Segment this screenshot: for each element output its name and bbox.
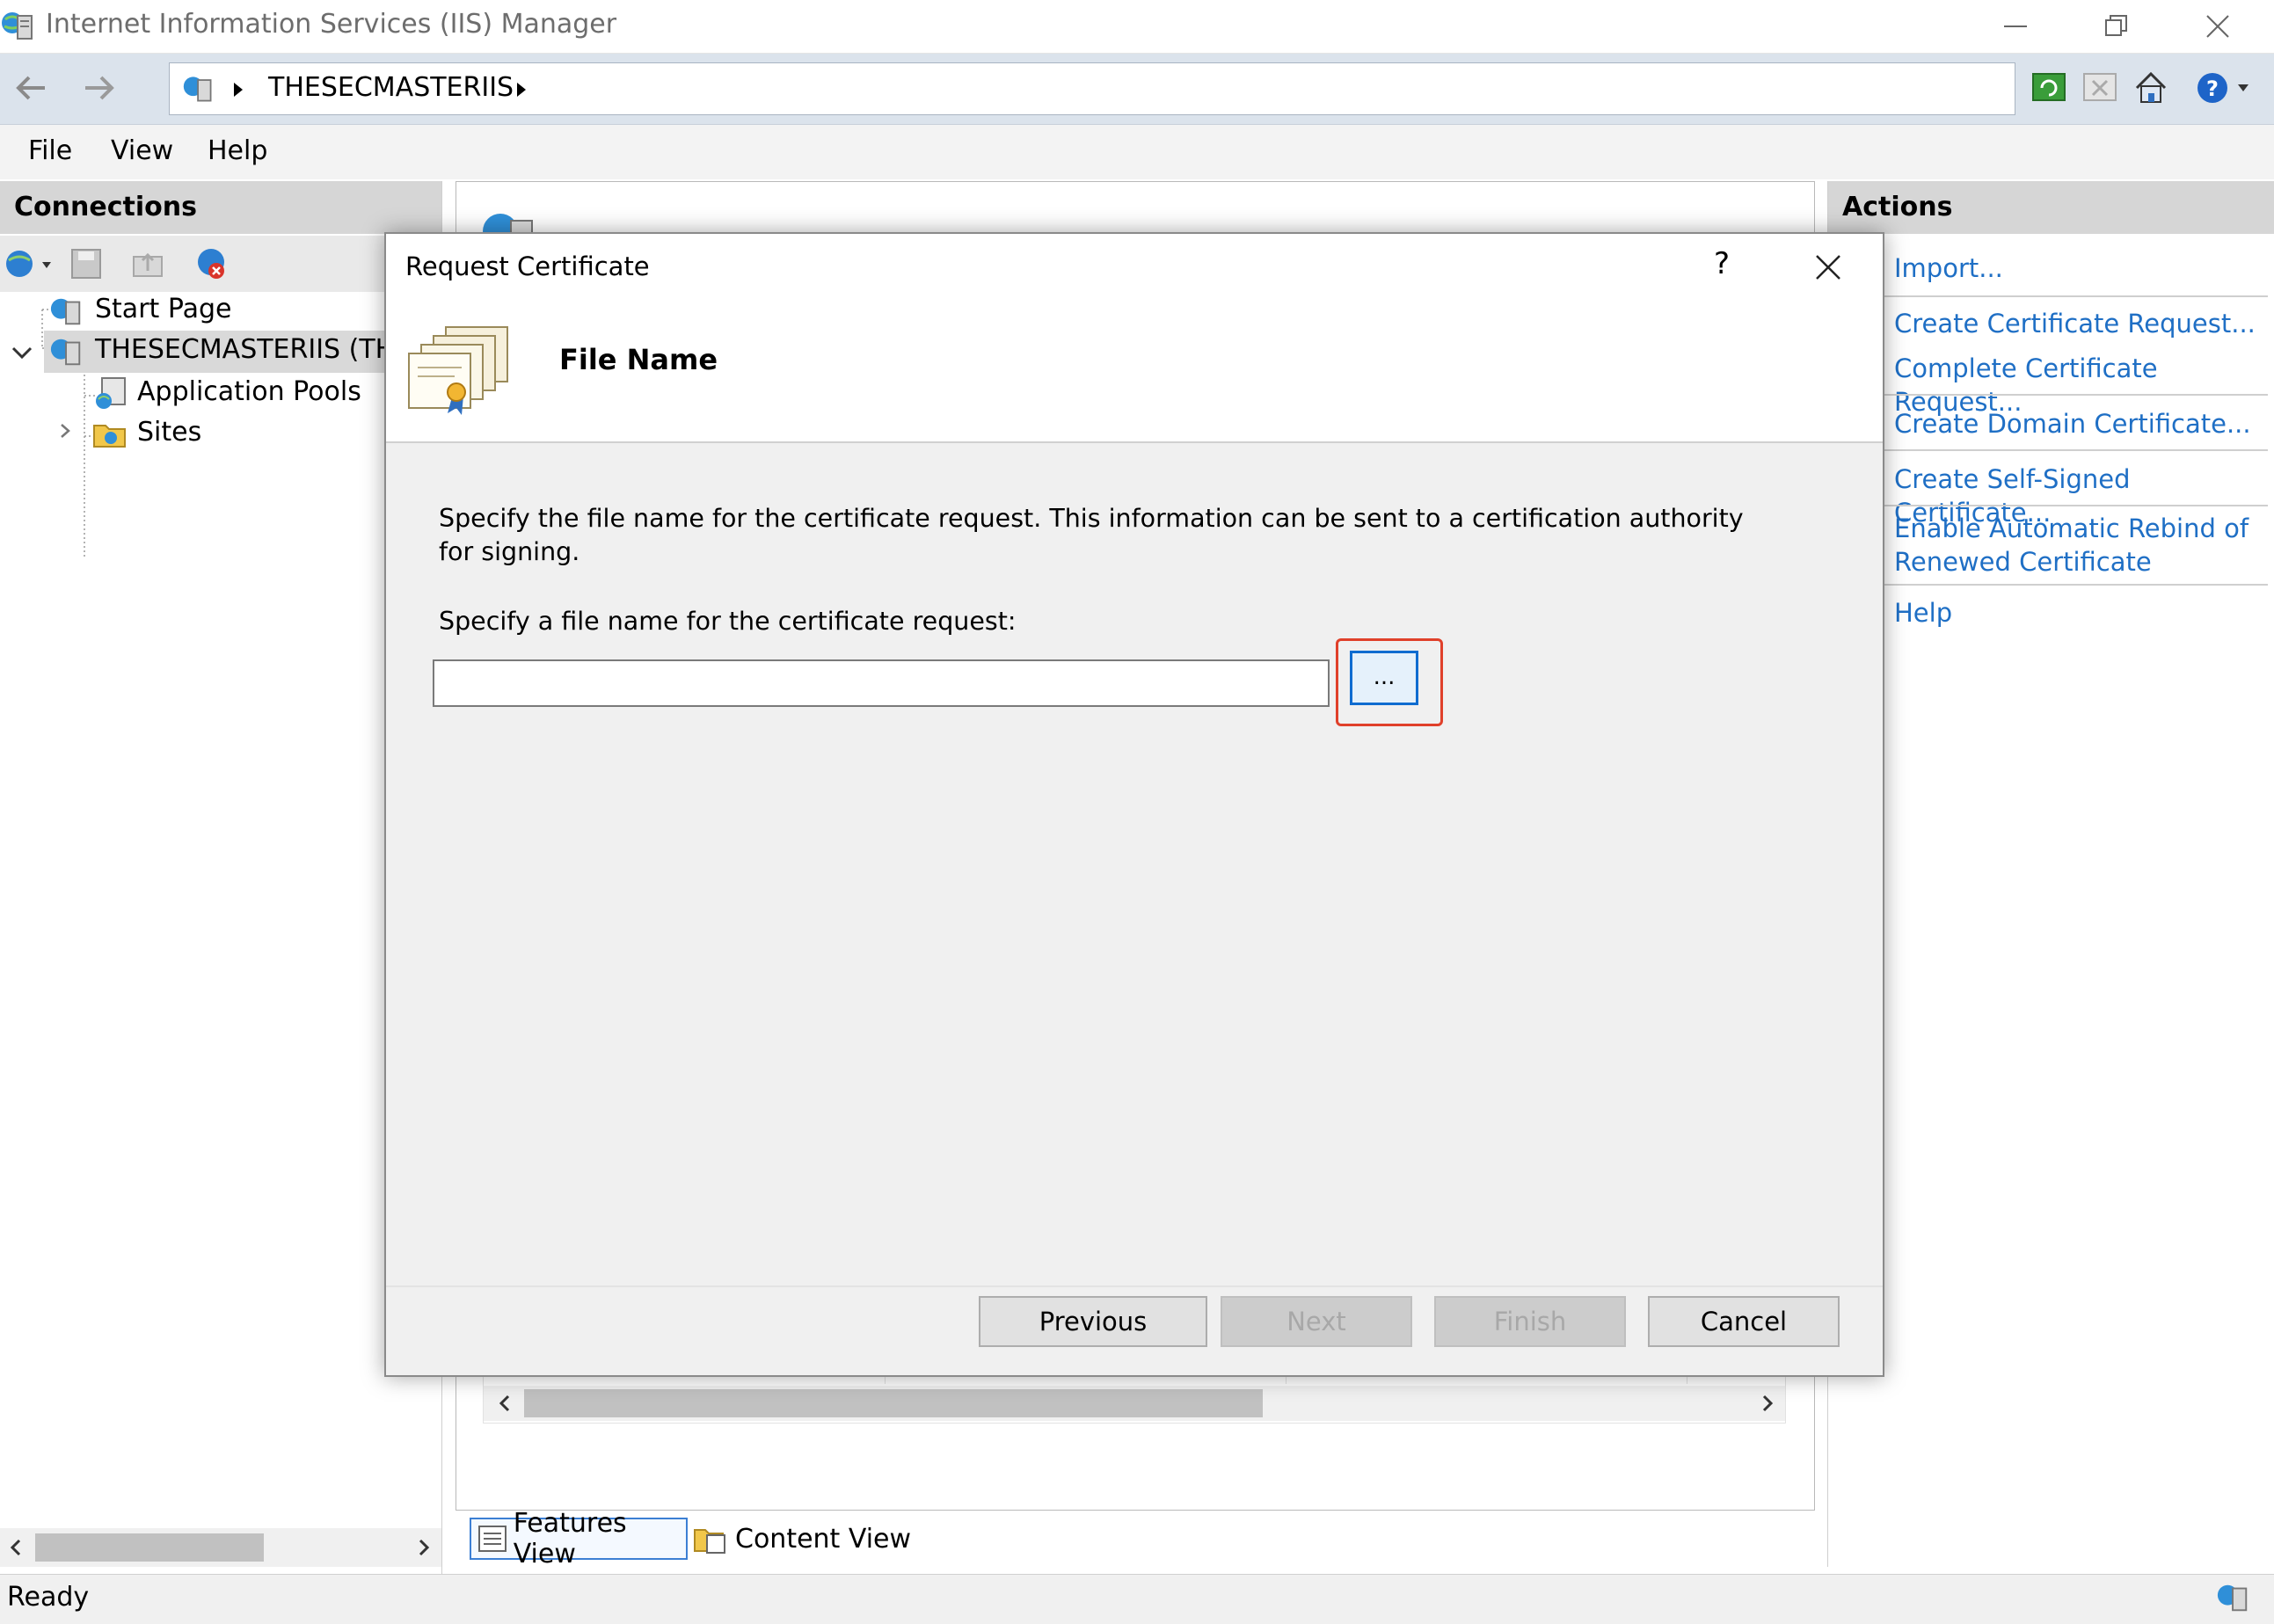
action-create-domain-certificate[interactable]: Create Domain Certificate... xyxy=(1894,407,2251,441)
dialog-header: Request Certificate ? File Name xyxy=(386,234,1883,443)
dialog-heading: File Name xyxy=(559,343,718,376)
connect-globe-icon[interactable] xyxy=(4,246,56,285)
start-page-icon xyxy=(47,294,86,332)
action-enable-automatic-rebind[interactable]: Enable Automatic Rebind of xyxy=(1894,512,2248,545)
title-bar: Internet Information Services (IIS) Mana… xyxy=(0,0,2274,54)
menu-bar: File View Help xyxy=(0,125,2274,179)
cancel-button[interactable]: Cancel xyxy=(1648,1296,1840,1347)
chevron-right-icon xyxy=(231,81,245,102)
connections-header: Connections xyxy=(0,181,441,234)
previous-button[interactable]: Previous xyxy=(979,1296,1207,1347)
address-bar[interactable]: THESECMASTERIIS xyxy=(169,62,2015,115)
application-pools-icon xyxy=(91,375,130,415)
features-view-label: Features View xyxy=(513,1508,627,1569)
menu-view[interactable]: View xyxy=(111,135,173,166)
content-view-label: Content View xyxy=(735,1523,912,1555)
close-window-button[interactable] xyxy=(2167,0,2268,53)
connection-status-icon xyxy=(2216,1580,2251,1619)
up-folder-icon[interactable] xyxy=(130,246,165,285)
dialog-close-button[interactable] xyxy=(1805,244,1851,290)
scroll-right-icon[interactable] xyxy=(413,1535,434,1563)
help-icon[interactable]: ? xyxy=(2190,64,2235,112)
file-name-label: Specify a file name for the certificate … xyxy=(439,607,1017,636)
navigation-bar: THESECMASTERIIS ? xyxy=(0,54,2274,125)
scroll-left-icon[interactable] xyxy=(494,1391,515,1419)
actions-panel: Actions Import... Create Certificate Req… xyxy=(1827,181,2274,1567)
scroll-right-icon[interactable] xyxy=(1757,1391,1778,1419)
tree-item-sites[interactable]: Sites xyxy=(137,417,201,448)
action-separator xyxy=(1881,505,2268,506)
chevron-right-icon[interactable] xyxy=(514,81,528,102)
tab-features-view[interactable]: Features View xyxy=(470,1508,688,1569)
save-icon[interactable] xyxy=(69,246,104,285)
server-icon xyxy=(182,72,215,109)
connections-scrollbar[interactable] xyxy=(0,1528,441,1567)
close-icon xyxy=(1816,255,1840,280)
finish-button[interactable]: Finish xyxy=(1434,1296,1626,1347)
menu-help[interactable]: Help xyxy=(208,135,267,166)
action-separator xyxy=(1881,584,2268,586)
connections-toolbar xyxy=(0,236,441,292)
sites-folder-icon xyxy=(91,417,130,455)
file-name-input[interactable] xyxy=(433,659,1330,707)
stop-icon[interactable] xyxy=(2077,64,2123,112)
iis-app-icon xyxy=(0,7,37,44)
help-dropdown-icon[interactable] xyxy=(2230,64,2256,112)
certificate-icon xyxy=(404,322,518,422)
tree-item-application-pools[interactable]: Application Pools xyxy=(137,376,361,407)
action-create-certificate-request[interactable]: Create Certificate Request... xyxy=(1894,307,2256,340)
dialog-title: Request Certificate xyxy=(405,251,650,281)
window-title: Internet Information Services (IIS) Mana… xyxy=(46,9,617,40)
back-button[interactable] xyxy=(4,62,60,113)
tab-content-view[interactable]: Content View xyxy=(693,1518,913,1560)
dialog-help-button[interactable]: ? xyxy=(1714,246,1730,281)
dialog-description: Specify the file name for the certificat… xyxy=(439,504,1744,566)
request-certificate-dialog: Request Certificate ? File Name Specify … xyxy=(384,232,1884,1377)
action-help[interactable]: Help xyxy=(1894,596,1952,630)
scroll-thumb[interactable] xyxy=(524,1389,1263,1417)
chevron-right-icon[interactable] xyxy=(55,420,76,445)
action-enable-automatic-rebind-line2[interactable]: Renewed Certificate xyxy=(1894,545,2152,579)
actions-header: Actions xyxy=(1828,181,2274,234)
action-separator xyxy=(1881,295,2268,297)
menu-file[interactable]: File xyxy=(28,135,72,166)
chevron-down-icon[interactable] xyxy=(9,343,35,368)
content-view-icon xyxy=(694,1529,725,1554)
server-icon xyxy=(47,334,86,373)
minimize-button[interactable] xyxy=(1964,0,2066,53)
home-icon[interactable] xyxy=(2128,64,2174,112)
action-separator xyxy=(1881,449,2268,451)
scroll-left-icon[interactable] xyxy=(5,1535,26,1563)
browse-button[interactable]: ... xyxy=(1350,651,1418,705)
refresh-icon[interactable] xyxy=(2026,64,2072,112)
action-import[interactable]: Import... xyxy=(1894,251,2003,285)
status-bar: Ready xyxy=(0,1574,2274,1624)
scroll-thumb[interactable] xyxy=(35,1533,264,1562)
dialog-footer-separator xyxy=(386,1285,1883,1287)
connections-panel: Connections Start Page THESECMASTERIIS (… xyxy=(0,181,442,1575)
next-button[interactable]: Next xyxy=(1221,1296,1412,1347)
feature-list-scrollbar[interactable] xyxy=(484,1386,1785,1421)
restore-button[interactable] xyxy=(2066,0,2167,53)
forward-button[interactable] xyxy=(70,62,127,113)
status-text: Ready xyxy=(7,1582,90,1613)
tree-item-server[interactable]: THESECMASTERIIS (THES xyxy=(95,334,428,365)
svg-text:?: ? xyxy=(2206,76,2219,101)
address-crumb[interactable]: THESECMASTERIIS xyxy=(268,72,514,103)
tree-item-start-page[interactable]: Start Page xyxy=(95,294,231,324)
features-view-icon xyxy=(478,1526,507,1552)
disconnect-icon[interactable] xyxy=(193,246,230,287)
action-separator xyxy=(1881,394,2268,396)
